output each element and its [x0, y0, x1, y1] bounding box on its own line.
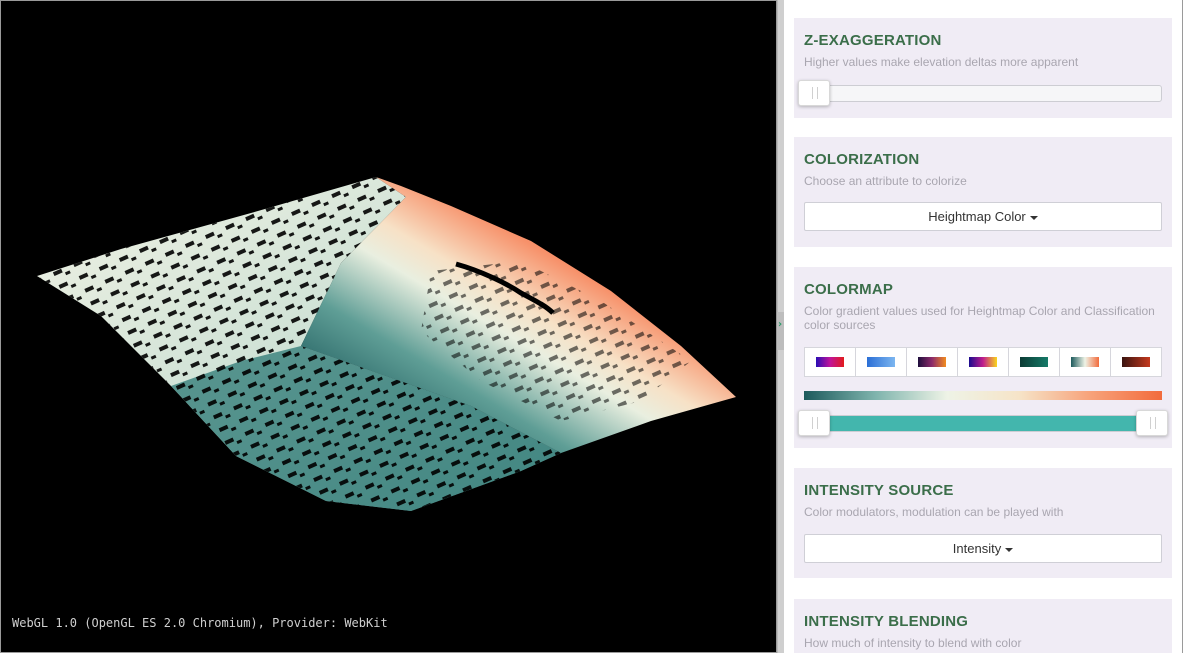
colormap-range-slider[interactable]: [804, 415, 1162, 432]
colorization-selected: Heightmap Color: [928, 209, 1026, 224]
colorization-card: COLORIZATION Choose an attribute to colo…: [794, 137, 1172, 247]
blue-red-colormap-swatch: [816, 357, 844, 367]
intensity-blending-title: INTENSITY BLENDING: [804, 613, 969, 630]
colormap-picker: [804, 347, 1162, 377]
dark-red-colormap-swatch: [1122, 357, 1150, 367]
colormap-gradient-preview: [804, 391, 1162, 400]
intensity-source-dropdown[interactable]: Intensity: [804, 534, 1162, 563]
colormap-card: COLORMAP Color gradient values used for …: [794, 267, 1172, 448]
caret-down-icon: [1005, 547, 1014, 552]
teal-colormap-swatch: [1020, 357, 1048, 367]
magma-colormap-swatch: [918, 357, 946, 367]
colorization-title: COLORIZATION: [804, 151, 920, 168]
intensity-source-selected: Intensity: [952, 541, 1002, 556]
intensity-source-card: INTENSITY SOURCE Color modulators, modul…: [794, 468, 1172, 578]
z-exaggeration-title: Z-EXAGGERATION: [804, 32, 942, 49]
intensity-blending-description: How much of intensity to blend with colo…: [804, 636, 1022, 650]
blues-colormap-button[interactable]: [856, 348, 907, 376]
panel-resize-handle[interactable]: [777, 312, 784, 350]
magma-colormap-button[interactable]: [907, 348, 958, 376]
blue-red-colormap-button[interactable]: [805, 348, 856, 376]
blues-colormap-swatch: [867, 357, 895, 367]
dark-red-colormap-button[interactable]: [1111, 348, 1161, 376]
caret-down-icon: [1029, 215, 1038, 220]
point-cloud-terrain[interactable]: [1, 1, 777, 653]
colormap-range-min-handle[interactable]: [798, 410, 830, 436]
z-exaggeration-description: Higher values make elevation deltas more…: [804, 55, 1079, 69]
colormap-range-max-handle[interactable]: [1136, 410, 1168, 436]
chevron-right-icon[interactable]: ›: [778, 320, 782, 330]
z-exaggeration-slider-handle[interactable]: [798, 80, 830, 106]
colormap-description: Color gradient values used for Heightmap…: [804, 304, 1155, 332]
teal-colormap-button[interactable]: [1009, 348, 1060, 376]
intensity-source-description: Color modulators, modulation can be play…: [804, 505, 1064, 519]
colormap-range-fill: [821, 416, 1145, 431]
intensity-source-title: INTENSITY SOURCE: [804, 482, 954, 499]
colorization-dropdown[interactable]: Heightmap Color: [804, 202, 1162, 231]
3d-viewport[interactable]: WebGL 1.0 (OpenGL ES 2.0 Chromium), Prov…: [0, 0, 777, 653]
intensity-blending-card: INTENSITY BLENDING How much of intensity…: [794, 599, 1172, 653]
settings-panel: Z-EXAGGERATION Higher values make elevat…: [784, 0, 1183, 653]
plasma-colormap-swatch: [969, 357, 997, 367]
colorization-description: Choose an attribute to colorize: [804, 174, 967, 188]
colormap-title: COLORMAP: [804, 281, 894, 298]
z-exaggeration-slider[interactable]: [804, 85, 1162, 102]
renderer-info: WebGL 1.0 (OpenGL ES 2.0 Chromium), Prov…: [12, 616, 388, 630]
teal-orange-colormap-button[interactable]: [1060, 348, 1111, 376]
teal-orange-colormap-swatch: [1071, 357, 1099, 367]
plasma-colormap-button[interactable]: [958, 348, 1009, 376]
z-exaggeration-card: Z-EXAGGERATION Higher values make elevat…: [794, 18, 1172, 118]
